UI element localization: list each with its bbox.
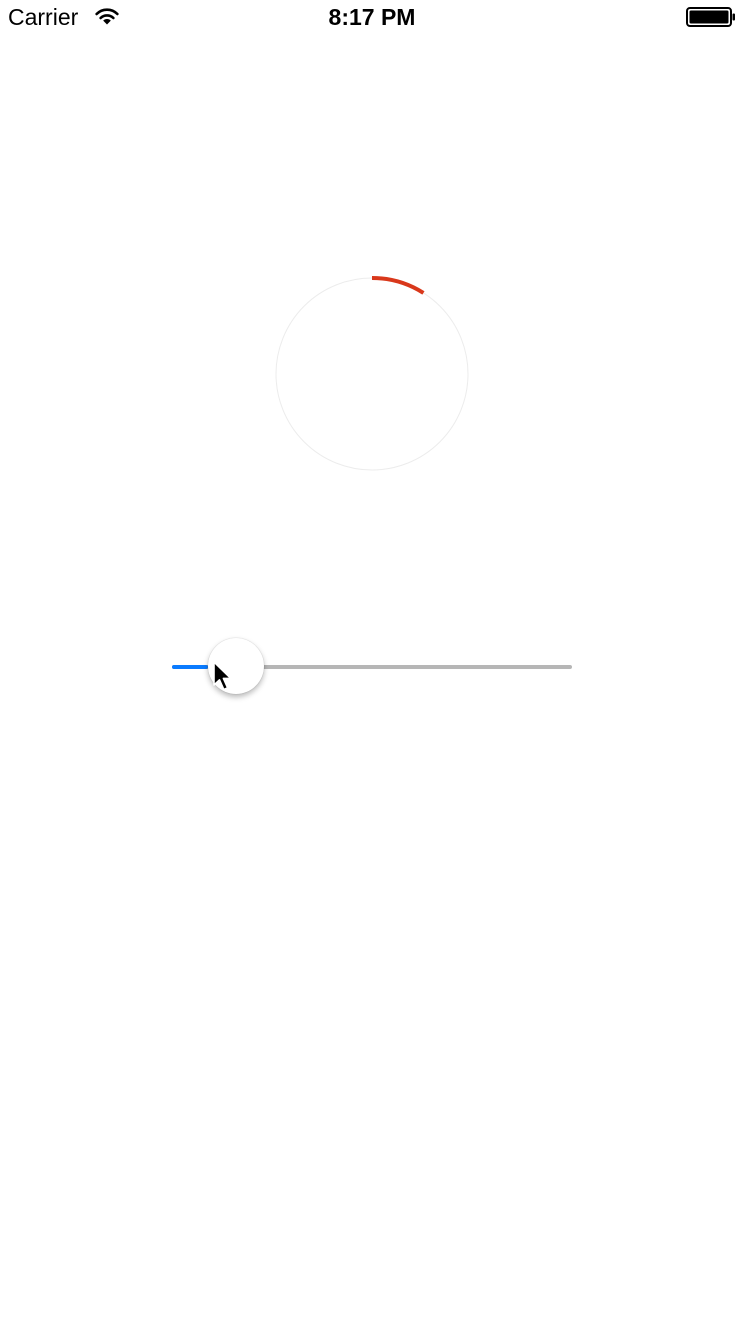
progress-ring — [275, 276, 469, 471]
status-bar: Carrier 8:17 PM — [0, 0, 744, 40]
progress-ring-track — [275, 277, 469, 471]
progress-ring-arc — [371, 276, 425, 295]
status-time: 8:17 PM — [328, 4, 416, 30]
arrow-cursor-icon — [213, 661, 232, 691]
slider-fill — [172, 665, 208, 669]
battery-icon — [686, 7, 735, 27]
